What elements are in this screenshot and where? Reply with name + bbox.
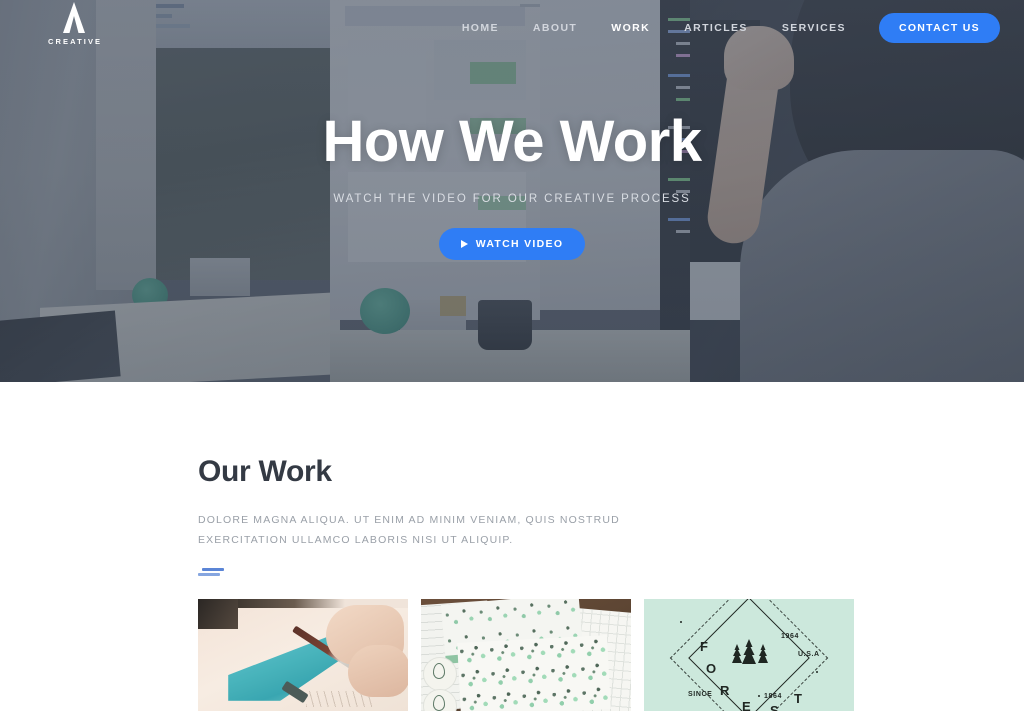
nav-links-group: HOME ABOUT WORK ARTICLES SERVICES CONTAC…	[445, 0, 1000, 56]
site-logo[interactable]: CREATIVE	[48, 2, 100, 46]
badge-letter-r: R	[720, 683, 730, 698]
work-title: Our Work	[198, 455, 332, 488]
badge-since-year: 1864	[764, 693, 782, 700]
our-work-section: Our Work DOLORE MAGNA ALIQUA. UT ENIM AD…	[0, 382, 1024, 711]
work-card-forest-badge[interactable]: F O R E S T 1964 U.S.A SINCE 1864	[644, 599, 854, 711]
badge-letter-o: O	[706, 661, 717, 676]
hero-content: How We Work WATCH THE VIDEO FOR OUR CREA…	[0, 109, 1024, 260]
badge-since-label: SINCE	[688, 691, 713, 698]
watch-video-label: WATCH VIDEO	[475, 237, 564, 250]
work-description: DOLORE MAGNA ALIQUA. UT ENIM AD MINIM VE…	[198, 514, 620, 547]
nav-item-articles[interactable]: ARTICLES	[667, 22, 765, 34]
badge-country: U.S.A	[798, 651, 820, 658]
badge-letter-e: E	[742, 699, 751, 711]
pine-trees-icon	[732, 639, 768, 664]
contact-us-button[interactable]: CONTACT US	[878, 13, 1000, 43]
hero-subtitle: WATCH THE VIDEO FOR OUR CREATIVE PROCESS	[333, 192, 691, 205]
work-cards-grid: F O R E S T 1964 U.S.A SINCE 1864	[198, 599, 854, 711]
nav-item-services[interactable]: SERVICES	[765, 22, 863, 34]
work-card-stationery[interactable]	[421, 599, 631, 711]
hero-section: CREATIVE HOME ABOUT WORK ARTICLES SERVIC…	[0, 0, 1024, 382]
logo-text: CREATIVE	[48, 37, 103, 46]
work-card-watercolor[interactable]	[198, 599, 408, 711]
play-triangle-icon	[460, 239, 468, 248]
triangle-a-logo-icon	[63, 2, 85, 33]
nav-item-about[interactable]: ABOUT	[516, 22, 594, 34]
main-navigation: CREATIVE HOME ABOUT WORK ARTICLES SERVIC…	[0, 0, 1024, 56]
hero-title: How We Work	[322, 109, 702, 174]
nav-item-work[interactable]: WORK	[594, 22, 667, 34]
badge-letter-f: F	[700, 639, 708, 654]
double-bar-divider-icon	[198, 567, 224, 577]
work-header: Our Work DOLORE MAGNA ALIQUA. UT ENIM AD…	[198, 455, 858, 577]
badge-letter-s: S	[770, 703, 779, 711]
nav-item-home[interactable]: HOME	[445, 22, 516, 34]
badge-letter-t: T	[794, 691, 802, 706]
watch-video-button[interactable]: WATCH VIDEO	[438, 227, 586, 260]
badge-year: 1964	[781, 633, 799, 640]
